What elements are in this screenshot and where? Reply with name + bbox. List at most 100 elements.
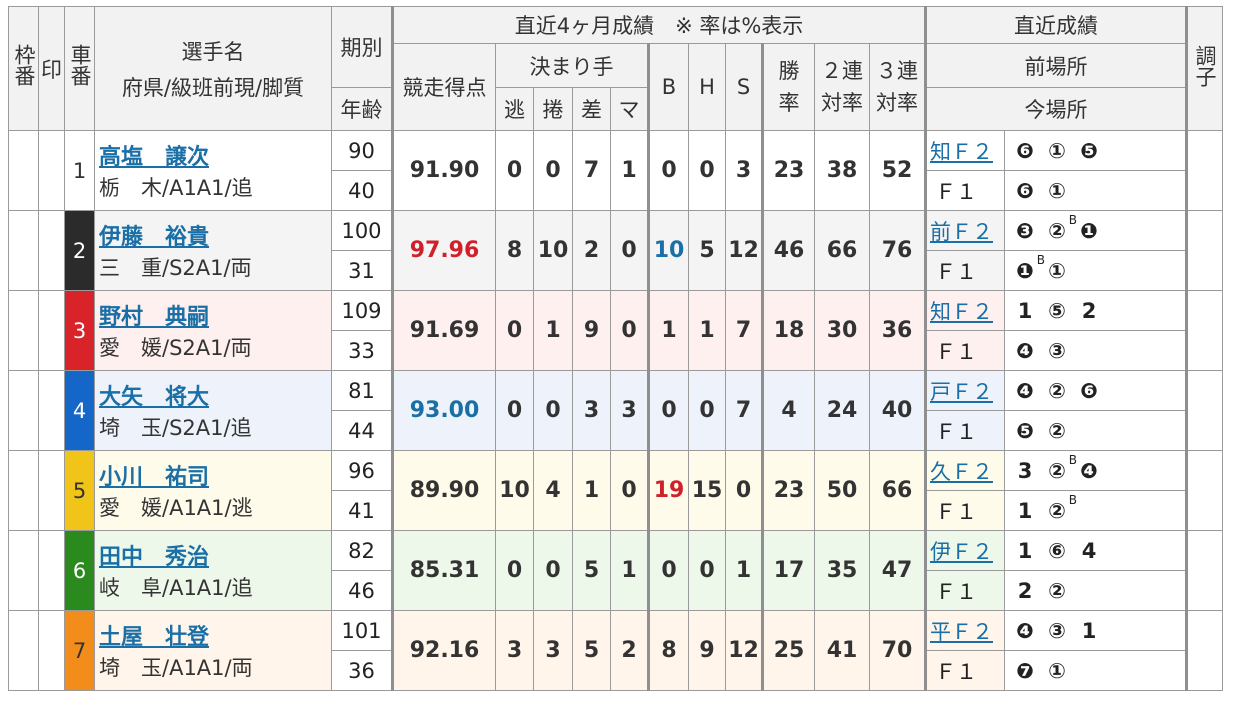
curr-venue: Ｆ１ [924, 250, 1005, 291]
result-mark: ②B [1048, 452, 1077, 483]
result-mark: ① [1048, 658, 1066, 683]
rider-name-link[interactable]: 野村 典嗣 [99, 305, 209, 330]
result-mark: ⑤ [1048, 298, 1066, 323]
header-top3: ３連対率 [869, 43, 926, 131]
prev-venue-cell: 伊Ｆ２ [924, 530, 1005, 571]
rider-s: 0 [725, 450, 764, 531]
rider-h: 0 [688, 130, 726, 211]
header-b: B [647, 43, 689, 131]
rider-top3: 66 [869, 450, 926, 531]
waku-cell [8, 610, 39, 691]
rider-win-rate: 25 [762, 610, 815, 691]
mark-cell[interactable] [38, 370, 65, 451]
car-number: 4 [64, 370, 95, 451]
prev-results: ❸ ②B❶ [1004, 210, 1187, 251]
prev-venue-link[interactable]: 知Ｆ２ [930, 140, 993, 164]
rider-s: 12 [725, 610, 764, 691]
rider-name-link[interactable]: 土屋 壮登 [99, 625, 209, 650]
result-mark: ❺ [1080, 138, 1098, 163]
waku-cell [8, 450, 39, 531]
rider-b: 8 [647, 610, 689, 691]
rider-sashi: 7 [572, 130, 611, 211]
rider-name-link[interactable]: 大矢 将大 [99, 385, 209, 410]
rider-h: 0 [688, 370, 726, 451]
rider-s: 12 [725, 210, 764, 291]
race-entry-table: 枠番 印 車番 選手名 府県/級班前現/脚質 期別 直近4ヶ月成績 ※ 率は%表… [8, 6, 1223, 691]
header-mark: 印 [38, 6, 65, 131]
prev-venue-cell: 久Ｆ２ [924, 450, 1005, 491]
rider-s: 3 [725, 130, 764, 211]
rider-name-link[interactable]: 伊藤 裕貴 [99, 225, 209, 250]
mark-cell[interactable] [38, 210, 65, 291]
rider-top2: 66 [814, 210, 870, 291]
header-car: 車番 [64, 6, 95, 131]
rider-name-link[interactable]: 高塩 譲次 [99, 145, 209, 170]
rider-top2: 41 [814, 610, 870, 691]
rider-top2: 24 [814, 370, 870, 451]
header-top2: ２連対率 [814, 43, 870, 131]
rider-top3: 76 [869, 210, 926, 291]
mark-cell[interactable] [38, 450, 65, 531]
prev-venue-link[interactable]: 平Ｆ２ [930, 620, 993, 644]
rider-h: 1 [688, 290, 726, 371]
rider-name-link[interactable]: 田中 秀治 [99, 545, 209, 570]
prev-venue-link[interactable]: 伊Ｆ２ [930, 540, 993, 564]
rider-makuri: 10 [533, 210, 573, 291]
result-sup: B [1068, 492, 1077, 507]
prev-venue-cell: 知Ｆ２ [924, 130, 1005, 171]
rider-mark: 2 [610, 610, 649, 691]
prev-results: ❹②❻ [1004, 370, 1187, 411]
prev-venue-link[interactable]: 知Ｆ２ [930, 300, 993, 324]
rider-row: 4 大矢 将大埼 玉/S2A1/追 81 93.00 0 0 3 3 0 0 7 4 24 40 戸Ｆ２ ❹ ②… [8, 370, 1223, 451]
rider-win-rate: 18 [762, 290, 815, 371]
car-number: 1 [64, 130, 95, 211]
curr-results: ❼① [1004, 650, 1187, 691]
mark-cell[interactable] [38, 130, 65, 211]
rider-term: 96 [331, 450, 393, 491]
rider-nige: 0 [495, 290, 534, 371]
rider-mark: 3 [610, 370, 649, 451]
result-mark: ❹ [1080, 458, 1098, 483]
mark-cell[interactable] [38, 530, 65, 611]
header-sashi: 差 [572, 87, 611, 131]
rider-top3: 40 [869, 370, 926, 451]
rider-name-link[interactable]: 小川 祐司 [99, 465, 209, 490]
rider-name-cell: 小川 祐司愛 媛/A1A1/逃 [94, 450, 332, 531]
prev-venue-link[interactable]: 久Ｆ２ [930, 460, 993, 484]
condition-cell [1185, 130, 1223, 211]
rider-win-rate: 46 [762, 210, 815, 291]
result-mark: ② [1048, 578, 1066, 603]
rider-s: 1 [725, 530, 764, 611]
rider-mark: 1 [610, 530, 649, 611]
header-mark-col: マ [610, 87, 649, 131]
condition-cell [1185, 370, 1223, 451]
result-mark: 2 [1081, 298, 1097, 323]
result-mark: ❸ [1016, 218, 1034, 243]
mark-cell[interactable] [38, 610, 65, 691]
rider-top2: 30 [814, 290, 870, 371]
prev-results: ❹③1 [1004, 610, 1187, 651]
car-number: 7 [64, 610, 95, 691]
rider-info: 愛 媛/A1A1/逃 [99, 496, 253, 520]
rider-row: 1 高塩 譲次栃 木/A1A1/追 90 91.90 0 0 7 1 0 0 3 23 38 52 知Ｆ２ ❻… [8, 130, 1223, 211]
prev-venue-link[interactable]: 戸Ｆ２ [930, 380, 993, 404]
rider-makuri: 0 [533, 370, 573, 451]
rider-nige: 10 [495, 450, 534, 531]
mark-cell[interactable] [38, 290, 65, 371]
prev-venue-link[interactable]: 前Ｆ２ [930, 220, 993, 244]
rider-info: 埼 玉/A1A1/両 [99, 656, 253, 680]
header-condition: 調子 [1185, 6, 1223, 131]
rider-row: 7 土屋 壮登埼 玉/A1A1/両 101 92.16 3 3 5 2 8 9 12 25 41 70 平Ｆ… [8, 610, 1223, 691]
prev-results: 3 ②B❹ [1004, 450, 1187, 491]
rider-b: 19 [647, 450, 689, 531]
result-mark: ① [1048, 258, 1066, 283]
rider-sashi: 3 [572, 370, 611, 451]
result-mark: 3 [1017, 458, 1033, 483]
result-mark: ⑥ [1048, 538, 1066, 563]
rider-makuri: 4 [533, 450, 573, 531]
curr-results: 1 ②B [1004, 490, 1187, 531]
curr-venue: Ｆ１ [924, 650, 1005, 691]
rider-age: 36 [331, 650, 393, 691]
rider-info: 栃 木/A1A1/追 [99, 176, 253, 200]
curr-venue: Ｆ１ [924, 490, 1005, 531]
